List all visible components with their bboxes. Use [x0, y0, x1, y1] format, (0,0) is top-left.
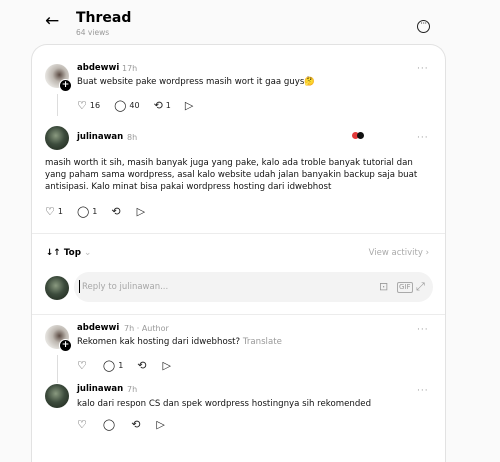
page-title: Thread: [76, 10, 132, 26]
divider: [32, 314, 445, 315]
reply-count: 40: [129, 101, 140, 110]
repost-icon[interactable]: ⟲: [111, 206, 120, 218]
more-dots-icon[interactable]: ···: [417, 134, 429, 143]
share-icon[interactable]: ▷: [137, 206, 145, 218]
reply-username[interactable]: julinawan: [77, 132, 123, 143]
follow-plus-icon[interactable]: +: [59, 339, 72, 352]
thread-card: + abdewwi 17h ··· Buat website pake word…: [31, 44, 446, 462]
post-time: 17h: [122, 64, 138, 73]
comment-text: Rekomen kak hosting dari idwebhost? Tran…: [77, 337, 282, 347]
view-activity-label: View activity: [368, 248, 423, 258]
reply-box[interactable]: ⊡ GIF ⤢: [74, 272, 433, 302]
view-activity-link[interactable]: View activity ›: [369, 248, 429, 259]
follow-plus-icon[interactable]: +: [59, 79, 72, 92]
share-icon[interactable]: ▷: [185, 100, 193, 112]
share-icon[interactable]: ▷: [163, 360, 171, 372]
post-text: Buat website pake wordpress masih wort i…: [77, 77, 316, 87]
reply-text-line-1: masih worth it sih, masih banyak juga ya…: [45, 158, 413, 168]
divider: [32, 233, 445, 234]
thread-line: [57, 355, 58, 383]
reply-count: 1: [118, 361, 124, 370]
text-caret: [79, 280, 80, 293]
sort-label: Top: [63, 248, 82, 258]
reply-text-line-3: antisipasi. Kalo minat bisa pakai wordpr…: [45, 182, 332, 192]
comment-icon[interactable]: ◯: [77, 206, 89, 218]
comment-icon[interactable]: ◯: [103, 419, 115, 431]
reply-input[interactable]: [82, 280, 342, 294]
reaction-emoji: [352, 131, 364, 141]
heart-icon[interactable]: ♡: [45, 206, 55, 218]
back-arrow-icon[interactable]: ←: [45, 12, 67, 30]
reply-actions: ♡ 1 ◯ 1 ⟲ ▷: [45, 206, 145, 218]
heart-icon[interactable]: ♡: [77, 419, 87, 431]
image-icon[interactable]: ⊡: [379, 280, 388, 293]
comment-icon[interactable]: ◯: [114, 100, 126, 112]
repost-count: 1: [165, 101, 171, 110]
avatar[interactable]: [45, 126, 69, 150]
heart-icon[interactable]: ♡: [77, 100, 87, 112]
sort-icon: ↓↑: [46, 248, 61, 258]
comment-time: 7h · Author: [124, 324, 169, 333]
like-count: 1: [57, 207, 63, 216]
sort-dropdown[interactable]: ↓↑ Top ⌄: [46, 248, 91, 259]
post-username[interactable]: abdewwi: [77, 63, 119, 74]
comment-icon[interactable]: ◯: [103, 360, 115, 372]
comment-username[interactable]: julinawan: [77, 384, 123, 395]
repost-icon[interactable]: ⟲: [131, 419, 140, 431]
post-actions: ♡ 16 ◯ 40 ⟲ 1 ▷: [77, 100, 193, 112]
more-dots-icon[interactable]: ···: [417, 387, 429, 396]
reply-count: 1: [92, 207, 98, 216]
comment-actions: ♡ ◯ 1 ⟲ ▷: [77, 360, 171, 372]
like-count: 16: [89, 101, 101, 110]
chevron-down-icon: ⌄: [84, 248, 92, 258]
reply-text-line-2: yang paham sama wordpress, asal kalo web…: [45, 170, 418, 180]
gif-icon[interactable]: GIF: [397, 282, 413, 293]
more-dots-icon[interactable]: ···: [417, 326, 429, 335]
comment-time: 7h: [127, 385, 138, 394]
expand-icon[interactable]: ⤢: [416, 280, 425, 293]
more-dots-icon[interactable]: ···: [417, 65, 429, 74]
reply-time: 8h: [127, 133, 138, 142]
comment-username[interactable]: abdewwi: [77, 323, 119, 334]
top-header: ← Thread 64 views ···: [0, 0, 500, 44]
chevron-right-icon: ›: [425, 248, 429, 258]
view-count: 64 views: [76, 28, 110, 37]
repost-icon[interactable]: ⟲: [137, 360, 146, 372]
heart-icon[interactable]: ♡: [77, 360, 87, 372]
comment-text: kalo dari respon CS dan spek wordpress h…: [77, 399, 372, 409]
avatar: [45, 276, 69, 300]
share-icon[interactable]: ▷: [156, 419, 164, 431]
thread-line: [57, 94, 58, 116]
avatar[interactable]: [45, 384, 69, 408]
more-circle-icon[interactable]: ···: [417, 20, 430, 33]
comment-actions: ♡ ◯ ⟲ ▷: [77, 419, 165, 431]
translate-link[interactable]: Translate: [243, 337, 282, 347]
repost-icon[interactable]: ⟲: [154, 100, 163, 112]
